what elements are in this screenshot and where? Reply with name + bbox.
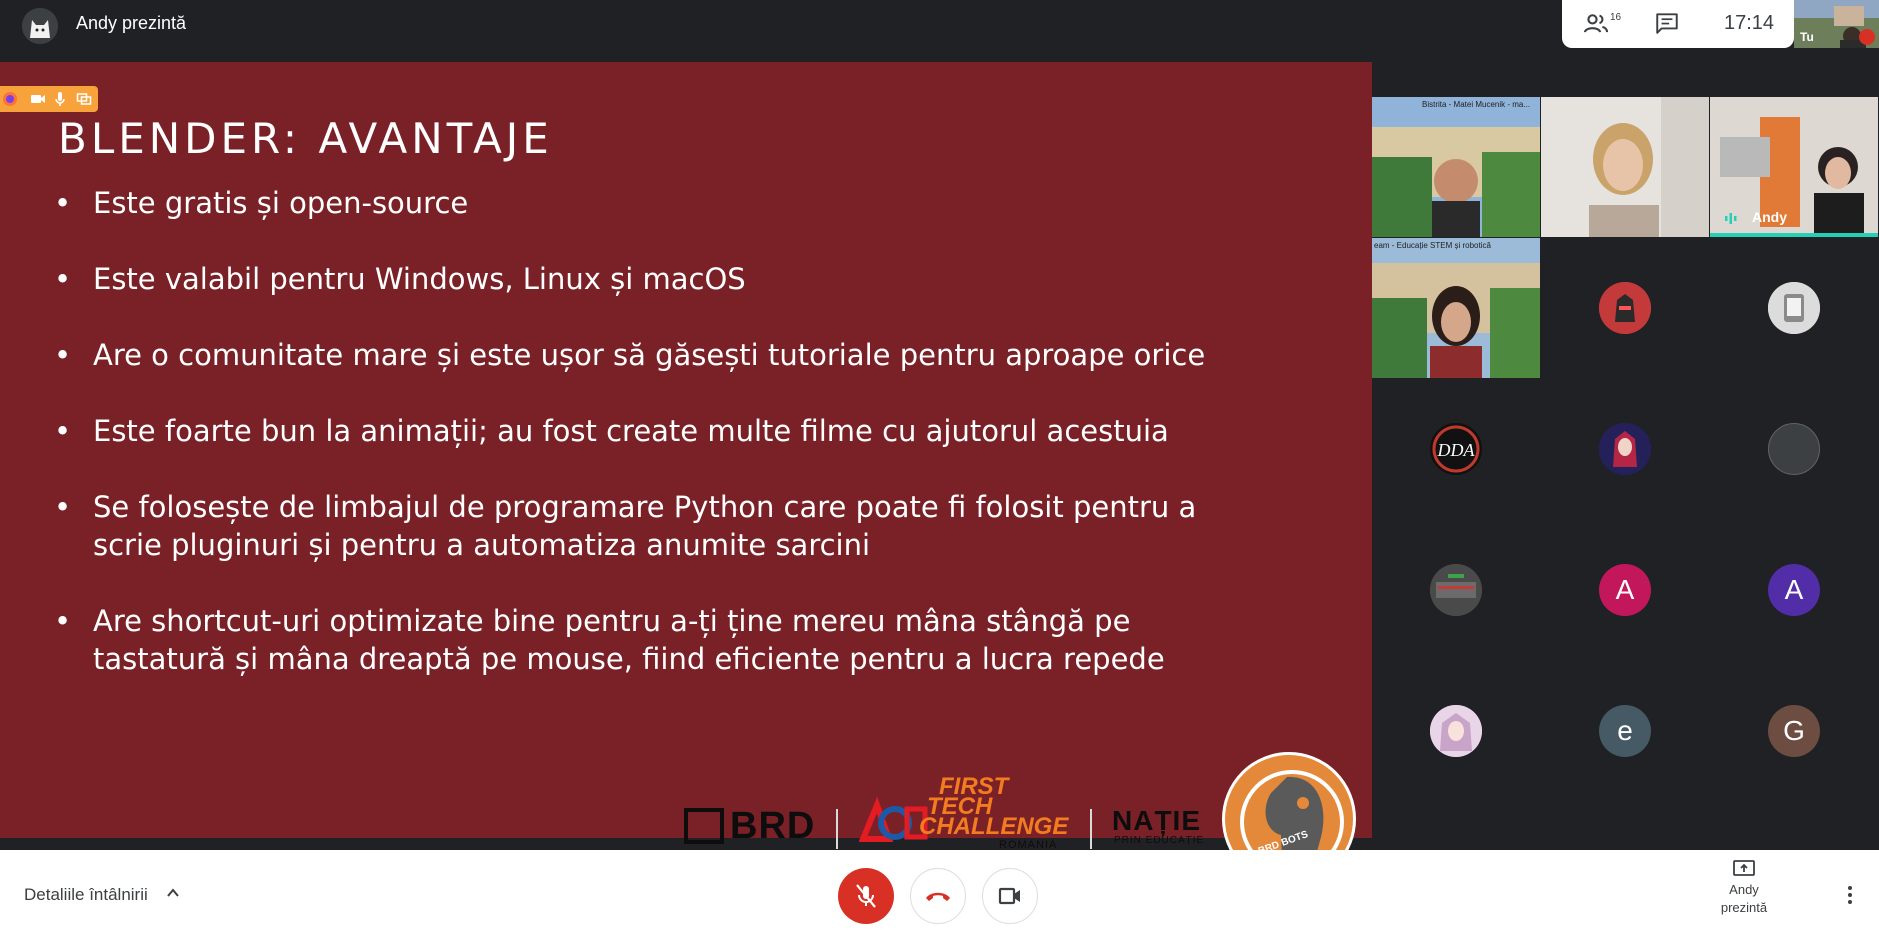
participant-name: Andy xyxy=(1752,209,1787,225)
camera-icon xyxy=(31,95,45,103)
hang-up-icon xyxy=(926,892,950,901)
participant-tile[interactable]: e xyxy=(1541,661,1709,801)
svg-text:eam - Educație STEM și robotic: eam - Educație STEM și robotică xyxy=(1374,241,1491,250)
sponsor-logos: BRD FIRST TECH CHALLENGE ROMANIA NAȚIE P… xyxy=(684,717,1364,886)
participant-avatar xyxy=(1430,564,1482,616)
meeting-clock: 17:14 xyxy=(1724,12,1775,34)
chat-icon xyxy=(1656,13,1678,34)
participant-grid: Bistrita - Matei Mucenik - ma... Andy ea… xyxy=(1372,97,1879,802)
microphone-toggle-button[interactable] xyxy=(838,868,894,924)
participant-video: eam - Educație STEM și robotică xyxy=(1372,238,1540,378)
participant-tile[interactable] xyxy=(1710,379,1878,519)
bullet-item: Se folosește de limbajul de programare P… xyxy=(54,488,1344,564)
video-camera-icon xyxy=(998,887,1020,905)
participant-avatar: DDA xyxy=(1430,423,1482,475)
avatar-letter: G xyxy=(1783,715,1805,746)
brd-logo-mark xyxy=(684,808,724,844)
slide-bullet-list: Este gratis și open-source Este valabil … xyxy=(54,184,1344,716)
slide-title: BLENDER: AVANTAJE xyxy=(58,114,553,163)
mic-off-icon xyxy=(856,884,876,908)
present-now-button[interactable]: Andy prezintă xyxy=(1698,860,1790,917)
screen-share-icon xyxy=(76,93,92,105)
logo-divider xyxy=(1090,809,1092,849)
avatar-letter: e xyxy=(1617,715,1633,746)
presenter-avatar xyxy=(22,8,58,44)
screenshot-avatar-icon xyxy=(1430,564,1482,616)
more-options-icon[interactable] xyxy=(1840,880,1860,910)
leave-call-button[interactable] xyxy=(910,868,966,924)
cat-avatar-icon xyxy=(22,8,58,44)
participant-tile[interactable]: A xyxy=(1710,520,1878,660)
top-bar: Andy prezintă 16 17:14 Tu xyxy=(0,0,1879,50)
bottom-control-bar: Detaliile întâlnirii Andy prezintă xyxy=(0,850,1879,939)
bullet-item: Este gratis și open-source xyxy=(54,184,1344,222)
bullet-item: Are o comunitate mare și este ușor să gă… xyxy=(54,336,1344,374)
chevron-up-icon[interactable] xyxy=(166,886,180,900)
participant-video xyxy=(1541,97,1709,237)
participant-tile[interactable]: Bistrita - Matei Mucenik - ma... xyxy=(1372,97,1540,237)
meeting-info-panel: 16 17:14 xyxy=(1562,0,1794,48)
anime-avatar-icon xyxy=(1599,423,1651,475)
bullet-item: Este valabil pentru Windows, Linux și ma… xyxy=(54,260,1344,298)
first-tech-challenge-logo: FIRST TECH CHALLENGE ROMANIA xyxy=(859,773,1079,857)
gamer-avatar-icon xyxy=(1599,282,1651,334)
photo-avatar-icon xyxy=(1768,282,1820,334)
participant-avatar xyxy=(1768,282,1820,334)
participant-video: Bistrita - Matei Mucenik - ma... xyxy=(1372,97,1540,237)
svg-text:DDA: DDA xyxy=(1437,440,1476,460)
present-label-line2: prezintă xyxy=(1720,900,1768,915)
firefox-icon xyxy=(3,92,17,106)
participant-tile[interactable]: eam - Educație STEM și robotică xyxy=(1372,238,1540,378)
natie-logo: NAȚIE xyxy=(1112,805,1201,836)
microphone-icon xyxy=(55,92,65,106)
presenting-title: Andy prezintă xyxy=(76,13,187,33)
present-label-line1: Andy xyxy=(1729,882,1759,897)
anime-girl-avatar-icon xyxy=(1430,705,1482,757)
participant-avatar: e xyxy=(1599,705,1651,757)
self-view-tile[interactable]: Tu xyxy=(1794,0,1879,48)
participant-avatar: A xyxy=(1768,564,1820,616)
bullet-item: Este foarte bun la animații; au fost cre… xyxy=(54,412,1344,450)
natie-tagline: PRIN EDUCAȚIE xyxy=(1114,835,1205,846)
participant-avatar xyxy=(1599,282,1651,334)
participant-tile[interactable] xyxy=(1372,520,1540,660)
avatar-letter: A xyxy=(1615,574,1635,605)
presentation-slide: BLENDER: AVANTAJE Este gratis și open-so… xyxy=(0,62,1372,886)
brd-logo: BRD xyxy=(684,805,815,848)
participant-avatar xyxy=(1430,705,1482,757)
people-count-badge: 16 xyxy=(1610,12,1622,23)
participant-tile[interactable] xyxy=(1541,97,1709,237)
speaking-indicator-icon xyxy=(1725,213,1737,224)
participant-avatar: A xyxy=(1599,564,1651,616)
camera-toggle-button[interactable] xyxy=(982,868,1038,924)
present-screen-icon xyxy=(1733,860,1755,876)
participant-tile[interactable] xyxy=(1541,379,1709,519)
chat-button[interactable] xyxy=(1654,10,1684,38)
self-mic-muted-icon xyxy=(1859,29,1875,45)
sharing-indicator-toolbar[interactable] xyxy=(0,86,98,112)
participant-tile[interactable] xyxy=(1710,238,1878,378)
avatar-letter: A xyxy=(1784,574,1804,605)
participant-tile[interactable]: A xyxy=(1541,520,1709,660)
people-icon xyxy=(1583,14,1609,33)
participant-avatar: G xyxy=(1768,705,1820,757)
bullet-item: Are shortcut-uri optimizate bine pentru … xyxy=(54,602,1344,678)
participant-tile[interactable]: G xyxy=(1710,661,1878,801)
self-label: Tu xyxy=(1800,30,1814,44)
participant-tile[interactable] xyxy=(1372,661,1540,801)
ftc-wordmark: FIRST TECH CHALLENGE xyxy=(919,773,1069,840)
logo-divider xyxy=(836,809,838,849)
participant-avatar xyxy=(1768,423,1820,475)
participant-tile[interactable]: DDA xyxy=(1372,379,1540,519)
participant-avatar xyxy=(1599,423,1651,475)
participant-tile-speaking[interactable]: Andy xyxy=(1710,97,1878,237)
meeting-details-button[interactable]: Detaliile întâlnirii xyxy=(24,885,148,905)
participant-tile[interactable] xyxy=(1541,238,1709,378)
svg-text:Bistrita - Matei Mucenik - ma.: Bistrita - Matei Mucenik - ma... xyxy=(1422,100,1530,109)
dda-avatar-icon: DDA xyxy=(1430,423,1482,475)
